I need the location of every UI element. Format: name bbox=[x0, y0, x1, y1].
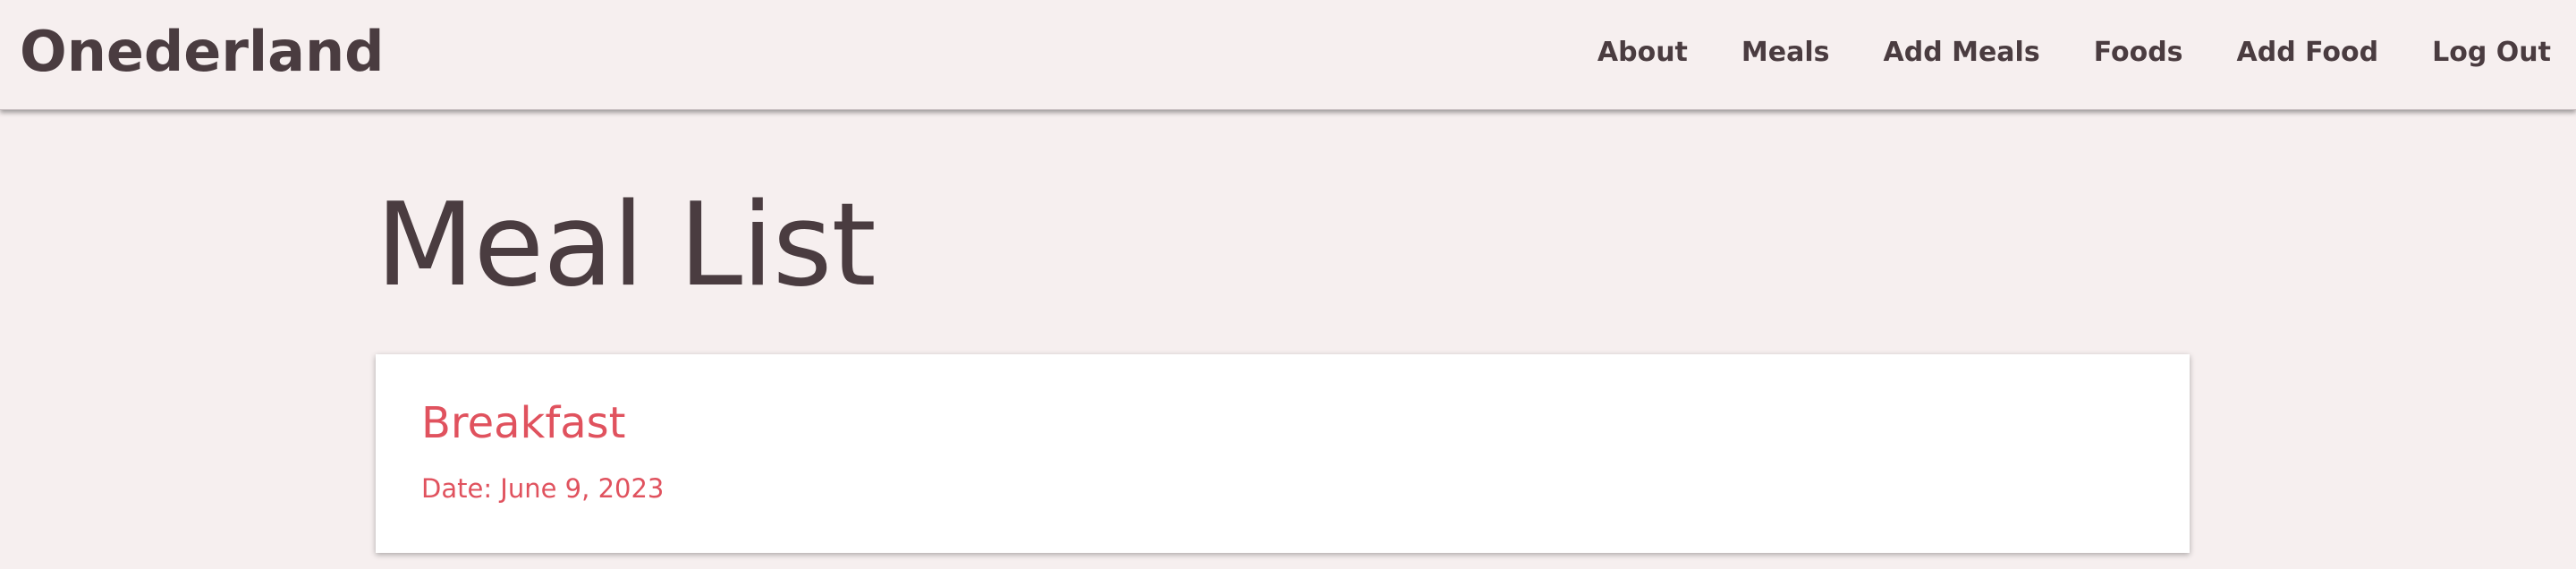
nav-link-log-out[interactable]: Log Out bbox=[2432, 34, 2551, 72]
nav-link-meals[interactable]: Meals bbox=[1741, 34, 1830, 72]
nav-link-add-food[interactable]: Add Food bbox=[2237, 34, 2379, 72]
nav-links: About Meals Add Meals Foods Add Food Log… bbox=[1597, 34, 2551, 72]
meal-date: Date: June 9, 2023 bbox=[421, 473, 665, 504]
nav-link-add-meals[interactable]: Add Meals bbox=[1884, 34, 2040, 72]
navbar: Onederland About Meals Add Meals Foods A… bbox=[0, 0, 2576, 110]
nav-link-about[interactable]: About bbox=[1597, 34, 1688, 72]
meal-name: Breakfast bbox=[421, 398, 626, 448]
page-title: Meal List bbox=[376, 179, 877, 312]
nav-link-foods[interactable]: Foods bbox=[2094, 34, 2183, 72]
brand-logo-link[interactable]: Onederland bbox=[20, 20, 385, 84]
meal-card[interactable]: Breakfast Date: June 9, 2023 bbox=[376, 354, 2190, 553]
